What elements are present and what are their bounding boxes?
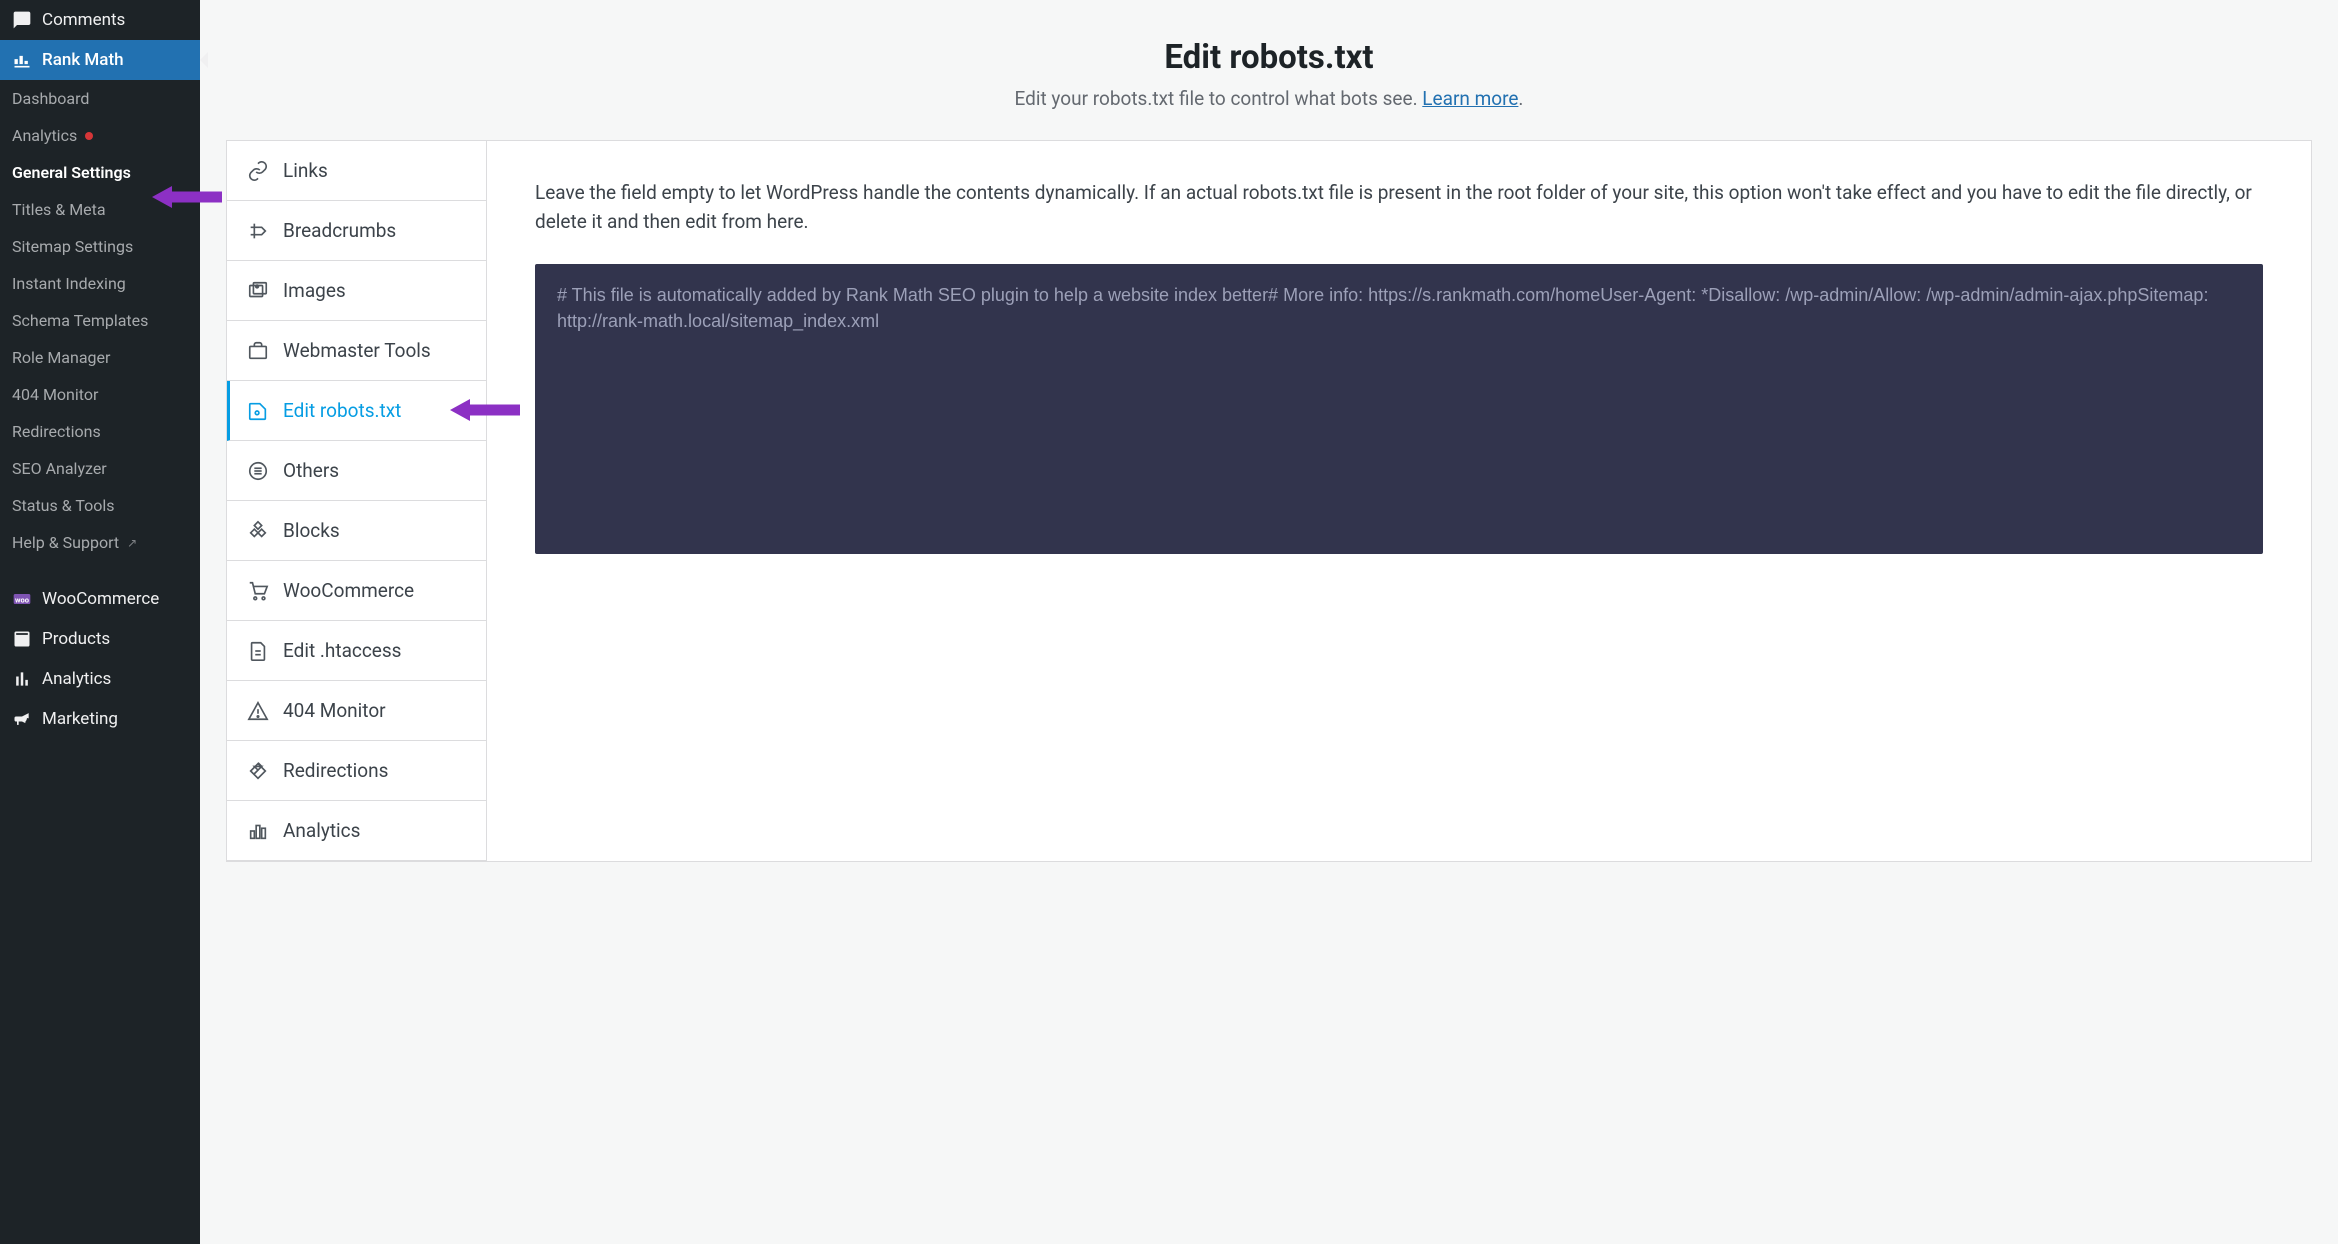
menu-label: Products	[42, 629, 110, 649]
blocks-icon	[247, 520, 269, 542]
content-area: Edit robots.txt Edit your robots.txt fil…	[200, 0, 2338, 1244]
subtitle-text: Edit your robots.txt file to control wha…	[1015, 87, 1423, 110]
menu-marketing[interactable]: Marketing	[0, 699, 200, 739]
tab-links[interactable]: Links	[227, 141, 486, 201]
menu-label: WooCommerce	[42, 589, 159, 609]
settings-tabs: Links Breadcrumbs Images Webmaster Tools…	[227, 141, 487, 861]
briefcase-icon	[247, 340, 269, 362]
tab-analytics[interactable]: Analytics	[227, 801, 486, 861]
tab-label: Images	[283, 279, 346, 302]
woocommerce-icon: woo	[12, 589, 32, 609]
menu-products[interactable]: Products	[0, 619, 200, 659]
tab-label: Links	[283, 159, 328, 182]
tab-label: Analytics	[283, 819, 360, 842]
app-root: Comments Rank Math Dashboard Analytics G…	[0, 0, 2338, 1244]
menu-label: Rank Math	[42, 50, 124, 70]
comment-icon	[12, 10, 32, 30]
svg-text:woo: woo	[15, 595, 29, 604]
submenu-404-monitor[interactable]: 404 Monitor	[0, 376, 200, 413]
tab-others[interactable]: Others	[227, 441, 486, 501]
submenu-label: General Settings	[12, 163, 131, 182]
page-title: Edit robots.txt	[220, 38, 2318, 77]
menu-label: Analytics	[42, 669, 111, 689]
tab-woocommerce[interactable]: WooCommerce	[227, 561, 486, 621]
menu-comments[interactable]: Comments	[0, 0, 200, 40]
file-icon	[247, 640, 269, 662]
links-icon	[247, 160, 269, 182]
wp-admin-sidebar: Comments Rank Math Dashboard Analytics G…	[0, 0, 200, 1244]
submenu-label: Dashboard	[12, 89, 89, 108]
tab-label: Blocks	[283, 519, 340, 542]
tab-edit-htaccess[interactable]: Edit .htaccess	[227, 621, 486, 681]
submenu-dashboard[interactable]: Dashboard	[0, 80, 200, 117]
submenu-schema-templates[interactable]: Schema Templates	[0, 302, 200, 339]
submenu-titles-meta[interactable]: Titles & Meta	[0, 191, 200, 228]
tab-404-monitor[interactable]: 404 Monitor	[227, 681, 486, 741]
menu-woocommerce[interactable]: woo WooCommerce	[0, 579, 200, 619]
redirections-icon	[247, 760, 269, 782]
submenu-help-support[interactable]: Help & Support ↗	[0, 524, 200, 561]
tab-label: Redirections	[283, 759, 388, 782]
menu-analytics[interactable]: Analytics	[0, 659, 200, 699]
tab-label: 404 Monitor	[283, 699, 386, 722]
rank-math-submenu: Dashboard Analytics General Settings Tit…	[0, 80, 200, 573]
tab-label: Webmaster Tools	[283, 339, 431, 362]
settings-container: Links Breadcrumbs Images Webmaster Tools…	[226, 140, 2312, 862]
warning-icon	[247, 700, 269, 722]
submenu-label: 404 Monitor	[12, 385, 98, 404]
submenu-seo-analyzer[interactable]: SEO Analyzer	[0, 450, 200, 487]
tab-breadcrumbs[interactable]: Breadcrumbs	[227, 201, 486, 261]
subtitle-period: .	[1518, 87, 1523, 110]
submenu-sitemap-settings[interactable]: Sitemap Settings	[0, 228, 200, 265]
tab-label: Edit robots.txt	[283, 399, 401, 422]
chart-icon	[247, 820, 269, 842]
submenu-label: Schema Templates	[12, 311, 148, 330]
submenu-label: Instant Indexing	[12, 274, 126, 293]
menu-label: Marketing	[42, 709, 118, 729]
tab-label: WooCommerce	[283, 579, 414, 602]
submenu-label: Status & Tools	[12, 496, 115, 515]
tab-label: Others	[283, 459, 339, 482]
cart-icon	[247, 580, 269, 602]
notification-dot-icon	[85, 132, 93, 140]
tab-redirections[interactable]: Redirections	[227, 741, 486, 801]
tab-webmaster-tools[interactable]: Webmaster Tools	[227, 321, 486, 381]
learn-more-link[interactable]: Learn more	[1422, 87, 1518, 110]
submenu-label: Analytics	[12, 126, 77, 145]
submenu-label: Help & Support	[12, 533, 119, 552]
external-link-icon: ↗	[127, 536, 137, 550]
page-subtitle: Edit your robots.txt file to control wha…	[220, 87, 2318, 110]
settings-panel: Leave the field empty to let WordPress h…	[487, 141, 2311, 861]
submenu-label: Role Manager	[12, 348, 110, 367]
submenu-label: Sitemap Settings	[12, 237, 133, 256]
robots-file-icon	[247, 400, 269, 422]
robots-txt-editor[interactable]: # This file is automatically added by Ra…	[535, 264, 2263, 554]
menu-label: Comments	[42, 10, 125, 30]
submenu-label: Redirections	[12, 422, 101, 441]
analytics-icon	[12, 669, 32, 689]
tab-label: Breadcrumbs	[283, 219, 396, 242]
list-icon	[247, 460, 269, 482]
tab-blocks[interactable]: Blocks	[227, 501, 486, 561]
tab-label: Edit .htaccess	[283, 639, 402, 662]
submenu-role-manager[interactable]: Role Manager	[0, 339, 200, 376]
breadcrumbs-icon	[247, 220, 269, 242]
megaphone-icon	[12, 709, 32, 729]
images-icon	[247, 280, 269, 302]
submenu-instant-indexing[interactable]: Instant Indexing	[0, 265, 200, 302]
submenu-label: SEO Analyzer	[12, 459, 107, 478]
products-icon	[12, 629, 32, 649]
menu-rank-math[interactable]: Rank Math	[0, 40, 200, 80]
tab-images[interactable]: Images	[227, 261, 486, 321]
submenu-status-tools[interactable]: Status & Tools	[0, 487, 200, 524]
submenu-analytics[interactable]: Analytics	[0, 117, 200, 154]
submenu-redirections[interactable]: Redirections	[0, 413, 200, 450]
submenu-label: Titles & Meta	[12, 200, 106, 219]
panel-description: Leave the field empty to let WordPress h…	[535, 179, 2263, 236]
tab-edit-robots[interactable]: Edit robots.txt	[227, 381, 486, 441]
page-header: Edit robots.txt Edit your robots.txt fil…	[200, 0, 2338, 140]
submenu-general-settings[interactable]: General Settings	[0, 154, 200, 191]
rank-math-icon	[12, 50, 32, 70]
